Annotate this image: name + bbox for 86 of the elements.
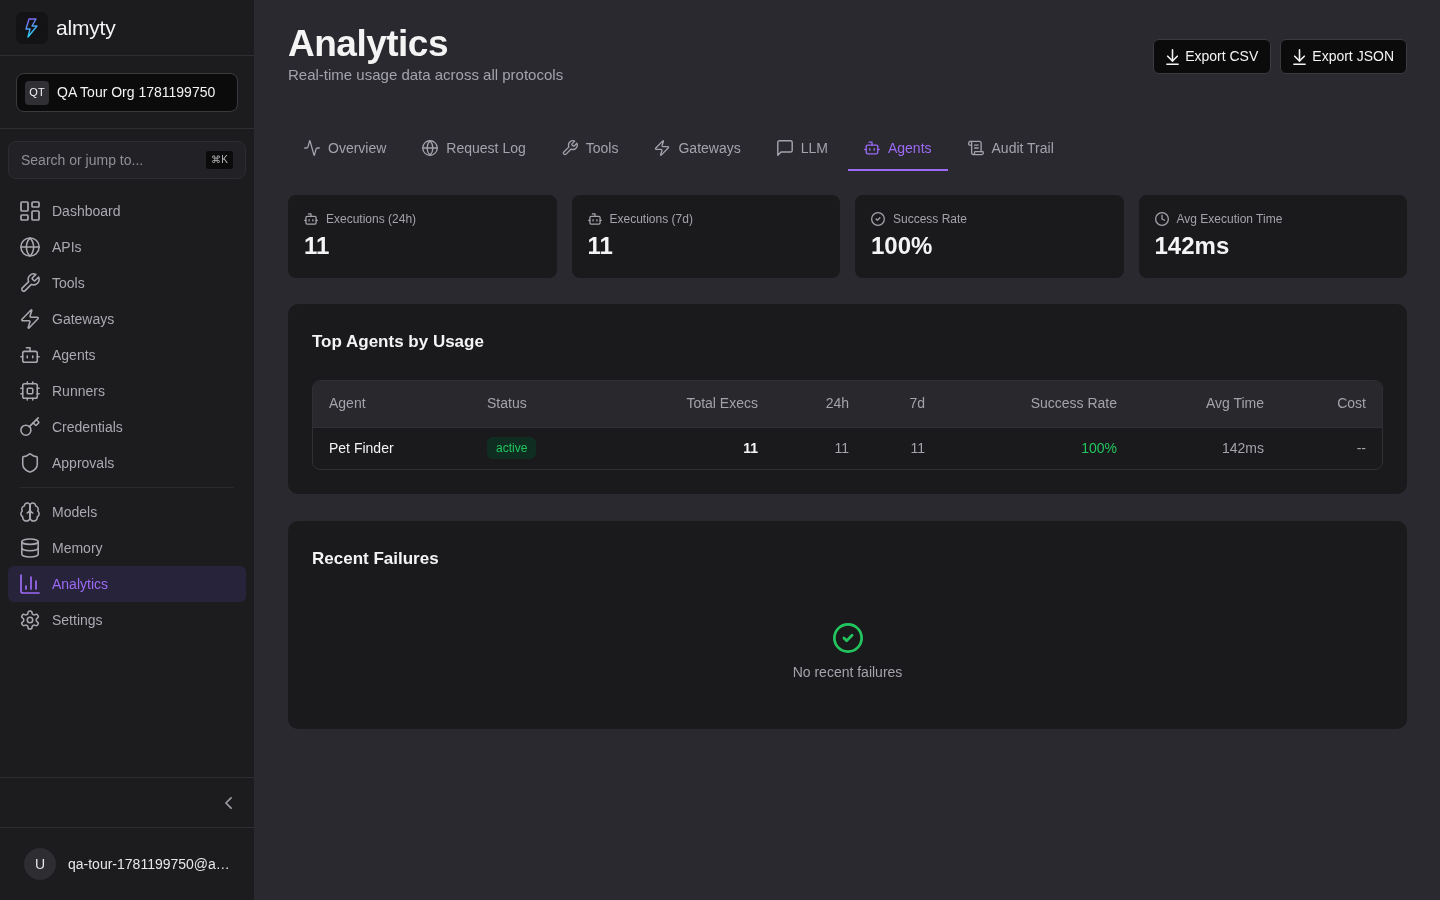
wrench-icon [561, 140, 578, 156]
org-switcher[interactable]: QT QA Tour Org 1781199750 [16, 73, 238, 112]
user-avatar: U [24, 848, 56, 880]
column-header: Total Execs [629, 381, 774, 427]
nav-item[interactable]: Runners [8, 373, 246, 409]
wrench-icon [20, 273, 40, 293]
stat-value: 11 [587, 231, 614, 261]
stat-label: Avg Execution Time [1176, 211, 1283, 227]
chip-icon [20, 381, 40, 401]
database-icon [20, 538, 40, 558]
shield-icon [20, 453, 40, 473]
check-circle-icon [832, 623, 863, 653]
column-header: Success Rate [941, 381, 1133, 427]
lightning-icon [20, 309, 40, 329]
table-cell: Pet Finder [313, 427, 471, 469]
download-icon [1166, 48, 1180, 65]
nav-item[interactable]: Credentials [8, 409, 246, 445]
table-cell: 11 [629, 427, 774, 469]
stat-value: 100% [871, 231, 934, 261]
nav-item[interactable]: Settings [8, 602, 246, 638]
scroll-icon [967, 140, 984, 156]
robot-icon [304, 212, 318, 226]
nav-item[interactable]: Analytics [8, 566, 246, 602]
column-header: 7d [865, 381, 941, 427]
empty-state-message: No recent failures [792, 663, 903, 682]
column-header: Status [471, 381, 629, 427]
chevron-left-icon [225, 796, 232, 809]
tab[interactable]: Audit Trail [951, 127, 1070, 171]
settings-icon [20, 610, 40, 630]
search-field[interactable]: Search or jump to... ⌘K [8, 141, 246, 179]
globe-icon [422, 140, 439, 156]
panel-title: Top Agents by Usage [312, 331, 485, 353]
page-subtitle: Real-time usage data across all protocols [288, 65, 564, 85]
user-email: qa-tour-1781199750@a… [68, 854, 230, 874]
column-header: Avg Time [1133, 381, 1280, 427]
nav-item[interactable]: Dashboard [8, 193, 246, 229]
robot-icon [863, 140, 880, 156]
brain-icon [20, 502, 40, 522]
tab[interactable]: LLM [760, 127, 844, 171]
stat-label: Executions (24h) [326, 211, 417, 227]
export-button[interactable]: Export JSON [1280, 39, 1407, 74]
stat-value: 11 [304, 231, 331, 261]
column-header: Agent [313, 381, 471, 427]
bar-chart-icon [20, 574, 40, 594]
tab[interactable]: Gateways [638, 127, 757, 171]
clock-icon [1154, 212, 1169, 226]
stat-label: Success Rate [893, 211, 968, 227]
globe-icon [20, 237, 40, 257]
speech-bubble-icon [776, 140, 793, 156]
nav-item[interactable]: Gateways [8, 301, 246, 337]
export-button[interactable]: Export CSV [1153, 39, 1272, 74]
search-input[interactable]: Search or jump to... [21, 142, 207, 178]
tab[interactable]: Tools [545, 127, 635, 171]
check-circle-icon [871, 212, 885, 226]
brand-name: almyty [56, 14, 116, 41]
table-cell: 100% [941, 427, 1133, 469]
tab[interactable]: Overview [288, 127, 403, 171]
nav-item[interactable]: Memory [8, 530, 246, 566]
status-badge: active [487, 437, 537, 460]
pulse-icon [304, 140, 320, 156]
org-avatar: QT [25, 80, 49, 105]
download-icon [1293, 48, 1307, 65]
nav-item[interactable]: APIs [8, 229, 246, 265]
stat-value: 142ms [1154, 231, 1231, 261]
robot-icon [587, 212, 602, 226]
nav-item[interactable]: Approvals [8, 445, 246, 481]
robot-icon [20, 345, 40, 365]
tab[interactable]: Agents [847, 127, 948, 171]
panel-title: Recent Failures [312, 548, 440, 570]
tab[interactable]: Request Log [406, 127, 542, 171]
nav-item[interactable]: Models [8, 494, 246, 530]
grid-icon [20, 201, 40, 221]
shortcut-hint: ⌘K [206, 151, 233, 169]
lightning-icon [654, 140, 671, 156]
column-header: 24h [774, 381, 865, 427]
table-cell: 11 [774, 427, 865, 469]
nav-item[interactable]: Agents [8, 337, 246, 373]
table-cell: 142ms [1133, 427, 1280, 469]
table-cell: -- [1280, 427, 1382, 469]
stat-label: Executions (7d) [609, 211, 693, 227]
table-cell: 11 [865, 427, 941, 469]
logo-icon [16, 11, 48, 44]
nav-item[interactable]: Tools [8, 265, 246, 301]
page-title: Analytics [288, 23, 449, 65]
column-header: Cost [1280, 381, 1382, 427]
key-icon [20, 417, 40, 437]
